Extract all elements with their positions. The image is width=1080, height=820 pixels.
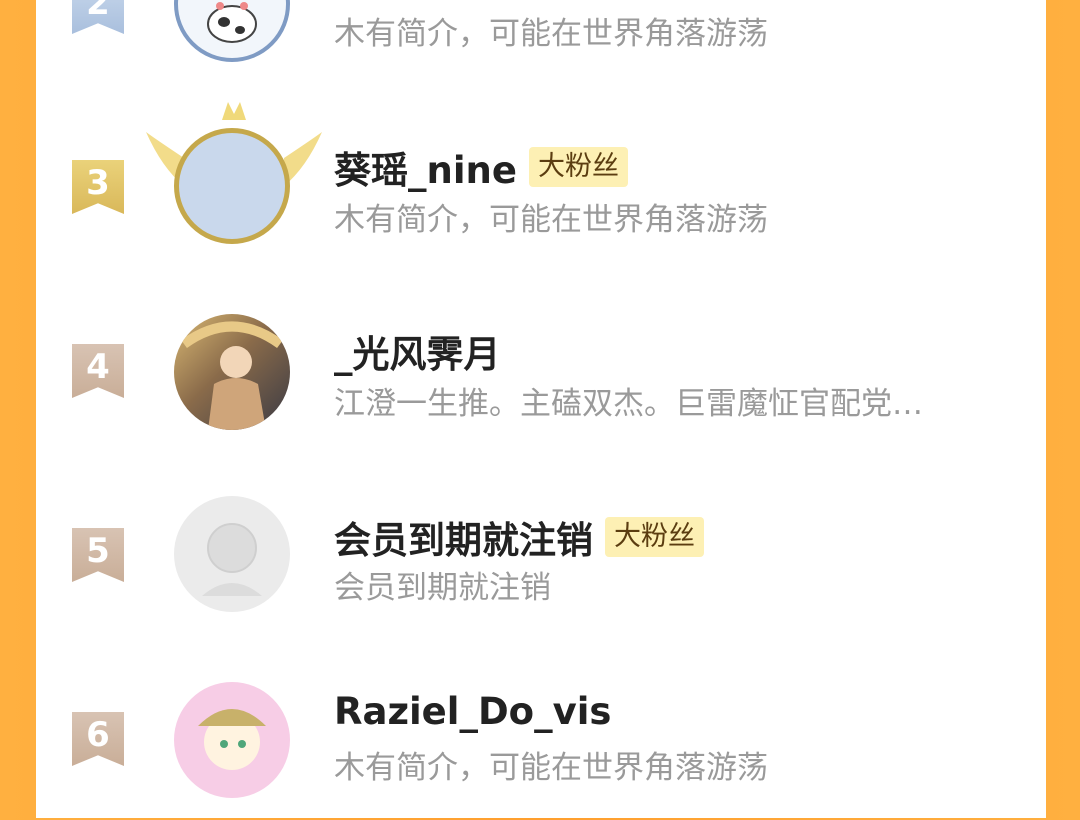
avatar[interactable] [174,682,290,798]
user-bio: 木有简介，可能在世界角落游荡 [334,16,768,52]
rank-badge: 2 [72,0,124,34]
avatar[interactable] [174,128,290,244]
avatar[interactable] [174,496,290,612]
list-item[interactable]: 5 会员到期就注销 大粉丝 会员到期就注销 [36,484,1046,634]
rank-badge: 5 [72,528,124,582]
default-avatar-icon [202,523,262,596]
list-item[interactable]: 3 葵瑶_nine 大粉丝 木有简介，可能在世界角落游荡 [36,102,1046,260]
user-name[interactable]: 葵瑶_nine 大粉丝 [334,140,628,194]
user-bio: 会员到期就注销 [334,570,551,606]
user-name[interactable]: _光风霁月 [334,324,501,378]
user-name[interactable]: 会员到期就注销 大粉丝 [334,510,704,564]
character-avatar-icon [181,321,283,430]
rank-badge: 3 [72,160,124,214]
rank-badge: 4 [72,344,124,398]
fan-ranking-card: 2 木有简介，可能在世界角落游荡 3 葵瑶_nine 大粉丝 木有简介，可能在世… [36,0,1046,818]
user-name[interactable]: Raziel_Do_vis [334,690,611,733]
character-avatar-icon [198,709,266,770]
big-fan-badge: 大粉丝 [605,517,704,557]
user-bio: 江澄一生推。主磕双杰。巨雷魔怔官配党… [334,386,923,422]
list-item[interactable]: 2 木有简介，可能在世界角落游荡 [36,0,1046,80]
avatar[interactable] [174,0,290,62]
list-item[interactable]: 6 Raziel_Do_vis 木有简介，可能在世界角落游荡 [36,670,1046,820]
big-fan-badge: 大粉丝 [528,147,628,187]
avatar[interactable] [174,314,290,430]
user-bio: 木有简介，可能在世界角落游荡 [334,202,768,238]
cow-avatar-icon [207,2,257,43]
user-bio: 木有简介，可能在世界角落游荡 [334,750,768,786]
list-item[interactable]: 4 _光风霁月 江澄一生推。主磕双杰。巨雷魔怔官配党… [36,300,1046,450]
rank-badge: 6 [72,712,124,766]
